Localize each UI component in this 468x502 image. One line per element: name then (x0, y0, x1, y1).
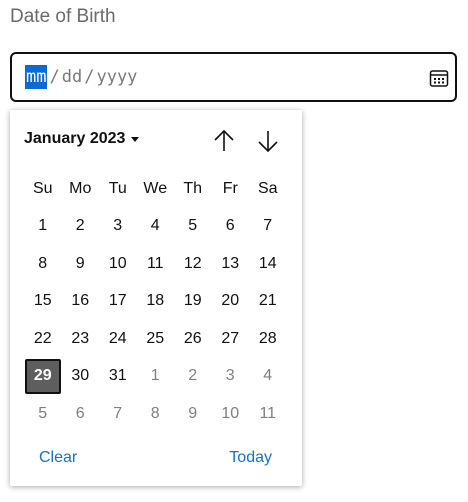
calendar-grid: Su Mo Tu We Th Fr Sa 1 2 3 4 5 6 7 8 9 10 11 12 13 14 15 16 17 1… (24, 170, 287, 433)
weekday-header: Th (183, 179, 203, 197)
day-cell[interactable]: 20 (212, 283, 250, 321)
day-cell[interactable]: 13 (212, 245, 250, 283)
month-year-select[interactable]: January 2023 (24, 130, 140, 148)
date-input[interactable]: mm / dd / yyyy (10, 52, 457, 102)
day-cell-selected[interactable]: 29 (25, 358, 61, 394)
day-cell[interactable]: 3 (212, 358, 250, 396)
field-label: Date of Birth (10, 6, 116, 27)
month-segment[interactable]: mm (25, 65, 48, 89)
weekday-header: Tu (108, 179, 127, 197)
day-cell[interactable]: 5 (24, 395, 62, 433)
day-cell[interactable]: 12 (174, 245, 212, 283)
arrow-down-icon[interactable] (254, 126, 282, 156)
day-cell[interactable]: 1 (24, 208, 62, 246)
day-segment[interactable]: dd (62, 67, 82, 87)
day-cell[interactable]: 3 (99, 208, 137, 246)
weekday-header: Sa (257, 179, 278, 197)
day-cell[interactable]: 2 (62, 208, 100, 246)
day-cell[interactable]: 10 (99, 245, 137, 283)
clear-button[interactable]: Clear (39, 449, 77, 467)
day-cell[interactable]: 2 (174, 358, 212, 396)
day-cell[interactable]: 9 (174, 395, 212, 433)
date-separator: / (84, 67, 95, 87)
weekday-header: Mo (69, 179, 92, 197)
day-cell[interactable]: 8 (137, 395, 175, 433)
day-cell[interactable]: 31 (99, 358, 137, 396)
day-cell[interactable]: 19 (174, 283, 212, 321)
day-cell[interactable]: 22 (24, 320, 62, 358)
date-separator: / (49, 67, 60, 87)
day-cell[interactable]: 10 (212, 395, 250, 433)
weekday-header: We (143, 179, 168, 197)
day-cell[interactable]: 24 (99, 320, 137, 358)
day-cell[interactable]: 7 (249, 208, 287, 246)
weekday-header: Fr (222, 179, 238, 197)
day-cell[interactable]: 15 (24, 283, 62, 321)
calendar-icon[interactable] (429, 68, 449, 88)
day-cell[interactable]: 28 (249, 320, 287, 358)
day-cell[interactable]: 23 (62, 320, 100, 358)
day-cell[interactable]: 6 (62, 395, 100, 433)
today-button[interactable]: Today (229, 449, 272, 467)
day-cell[interactable]: 1 (137, 358, 175, 396)
month-year-label: January 2023 (24, 130, 126, 147)
day-cell[interactable]: 27 (212, 320, 250, 358)
year-segment[interactable]: yyyy (96, 67, 137, 87)
day-cell[interactable]: 18 (137, 283, 175, 321)
caret-down-icon (131, 136, 140, 142)
arrow-up-icon[interactable] (210, 126, 238, 156)
day-cell[interactable]: 16 (62, 283, 100, 321)
day-cell[interactable]: 25 (137, 320, 175, 358)
calendar-popup: January 2023 Su Mo Tu We Th Fr Sa 1 2 3 4 5 6 7 8 9 10 11… (10, 110, 302, 486)
day-cell[interactable]: 30 (62, 358, 100, 396)
day-cell[interactable]: 4 (137, 208, 175, 246)
day-cell[interactable]: 6 (212, 208, 250, 246)
day-cell[interactable]: 5 (174, 208, 212, 246)
day-cell[interactable]: 26 (174, 320, 212, 358)
day-cell[interactable]: 21 (249, 283, 287, 321)
day-cell[interactable]: 14 (249, 245, 287, 283)
day-cell[interactable]: 11 (137, 245, 175, 283)
day-cell[interactable]: 8 (24, 245, 62, 283)
day-cell[interactable]: 4 (249, 358, 287, 396)
day-cell[interactable]: 7 (99, 395, 137, 433)
weekday-header: Su (32, 179, 53, 197)
day-cell[interactable]: 17 (99, 283, 137, 321)
day-cell[interactable]: 11 (249, 395, 287, 433)
day-cell[interactable]: 9 (62, 245, 100, 283)
